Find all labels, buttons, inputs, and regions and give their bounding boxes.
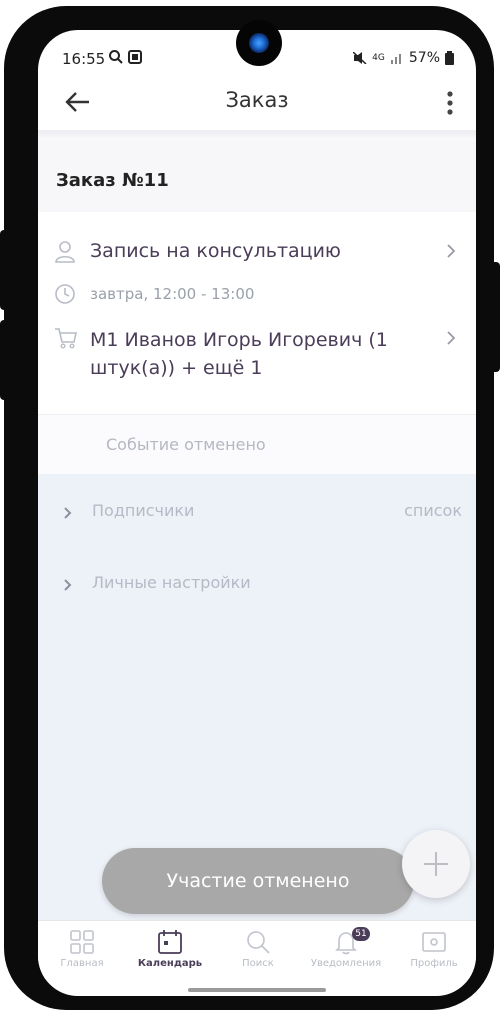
add-button[interactable] — [402, 830, 470, 898]
nav-profile[interactable]: Профиль — [390, 925, 476, 979]
grid-icon — [70, 930, 94, 954]
search-icon — [247, 931, 270, 954]
signal-icon — [390, 54, 401, 64]
profile-icon — [422, 932, 446, 952]
more-vert-icon[interactable] — [444, 90, 456, 116]
cart-icon — [54, 326, 78, 354]
phone-frame: 16:55 4G 57% Заказ Заказ №11 Запись на к… — [4, 6, 494, 1010]
datetime-text: завтра, 12:00 - 13:00 — [90, 285, 255, 303]
service-name: Запись на консультацию — [90, 240, 341, 262]
mute-icon — [353, 52, 367, 64]
chevron-right-icon — [446, 243, 456, 263]
clock-icon — [54, 283, 76, 309]
home-indicator[interactable] — [188, 988, 326, 992]
search-status-icon — [108, 49, 124, 69]
subscribers-section[interactable]: Подписчики список — [38, 492, 476, 532]
battery-percent: 57% — [408, 50, 440, 66]
nav-search[interactable]: Поиск — [214, 925, 302, 979]
order-header: Заказ №11 — [38, 140, 476, 212]
nav-home[interactable]: Главная — [38, 925, 126, 979]
toast-message: Участие отменено — [102, 848, 414, 914]
status-time: 16:55 — [62, 50, 106, 68]
network-type: 4G — [372, 52, 385, 63]
app-status-icon — [128, 49, 142, 68]
chevron-right-icon — [64, 504, 72, 523]
event-status-text: Событие отменено — [106, 435, 266, 454]
nav-calendar[interactable]: Календарь — [126, 925, 214, 979]
bottom-navigation: Главная Календарь Поиск 51 Уведомления П… — [38, 920, 476, 979]
notification-badge: 51 — [352, 927, 370, 941]
datetime-row: завтра, 12:00 - 13:00 — [38, 282, 476, 310]
nav-home-label: Главная — [60, 958, 104, 969]
screen: 16:55 4G 57% Заказ Заказ №11 Запись на к… — [38, 30, 476, 996]
nav-notifications[interactable]: 51 Уведомления — [302, 925, 390, 979]
items-text: М1 Иванов Игорь Игоревич (1 штук(а)) + е… — [90, 329, 388, 379]
order-details: Запись на консультацию завтра, 12:00 - 1… — [38, 214, 476, 414]
service-row[interactable]: Запись на консультацию — [38, 238, 476, 272]
front-camera — [236, 20, 282, 66]
page-title: Заказ — [225, 88, 289, 112]
plus-icon — [424, 852, 448, 876]
nav-notifications-label: Уведомления — [310, 958, 382, 969]
chevron-right-icon — [446, 330, 456, 350]
order-number: Заказ №11 — [56, 170, 169, 191]
personal-settings-label: Личные настройки — [92, 573, 251, 592]
event-status: Событие отменено — [38, 414, 476, 475]
nav-profile-label: Профиль — [410, 958, 458, 969]
person-icon — [54, 240, 76, 268]
nav-calendar-label: Календарь — [137, 958, 203, 969]
personal-settings-section[interactable]: Личные настройки — [38, 564, 476, 604]
appbar-divider — [38, 130, 476, 140]
app-bar: Заказ — [38, 76, 476, 130]
subscribers-label: Подписчики — [92, 501, 195, 520]
nav-search-label: Поиск — [242, 958, 274, 969]
calendar-icon — [158, 930, 182, 954]
subscribers-list-link[interactable]: список — [404, 501, 462, 520]
chevron-right-icon — [64, 576, 72, 595]
battery-icon — [445, 51, 454, 65]
items-row[interactable]: М1 Иванов Игорь Игоревич (1 штук(а)) + е… — [38, 322, 476, 386]
